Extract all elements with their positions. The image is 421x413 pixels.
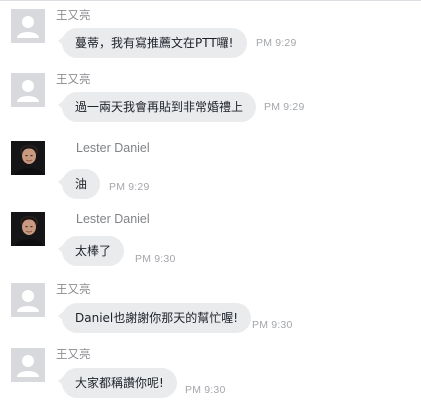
- top-divider: [0, 0, 421, 1]
- message-bubble[interactable]: 蔓蒂，我有寫推薦文在PTT囉!: [58, 28, 247, 58]
- message-bubble[interactable]: Daniel也謝謝你那天的幫忙喔!: [57, 303, 252, 333]
- message-row: 王又亮 大家都稱讚你呢! PM 9:30: [0, 347, 421, 408]
- message-timestamp: PM 9:30: [185, 384, 226, 396]
- message-row: Lester Daniel 油 PM 9:29: [0, 141, 421, 201]
- sender-name[interactable]: 王又亮: [56, 8, 91, 22]
- message-row: Lester Daniel 太棒了 PM 9:30: [0, 212, 421, 272]
- default-avatar-icon[interactable]: [11, 348, 45, 382]
- sender-name[interactable]: Lester Daniel: [76, 141, 150, 156]
- sender-name[interactable]: 王又亮: [56, 347, 91, 361]
- default-avatar-icon[interactable]: [11, 73, 45, 107]
- message-timestamp: PM 9:29: [256, 37, 297, 49]
- message-row: 王又亮 Daniel也謝謝你那天的幫忙喔! PM 9:30: [0, 282, 421, 343]
- message-bubble[interactable]: 油: [57, 169, 101, 199]
- sender-name[interactable]: 王又亮: [56, 72, 91, 86]
- profile-photo[interactable]: [11, 141, 45, 175]
- message-timestamp: PM 9:29: [264, 101, 305, 113]
- default-avatar-icon[interactable]: [11, 9, 45, 43]
- default-avatar-icon[interactable]: [11, 283, 45, 317]
- message-row: 王又亮 過一兩天我會再貼到非常婚禮上 PM 9:29: [0, 72, 421, 133]
- message-timestamp: PM 9:29: [109, 181, 150, 193]
- profile-photo[interactable]: [11, 212, 45, 246]
- sender-name[interactable]: Lester Daniel: [76, 212, 150, 227]
- message-row: 王又亮 蔓蒂，我有寫推薦文在PTT囉! PM 9:29: [0, 8, 421, 69]
- sender-name[interactable]: 王又亮: [56, 282, 91, 296]
- message-bubble[interactable]: 過一兩天我會再貼到非常婚禮上: [57, 92, 257, 122]
- message-timestamp: PM 9:30: [135, 253, 176, 265]
- message-bubble[interactable]: 太棒了: [57, 236, 125, 266]
- message-timestamp: PM 9:30: [252, 319, 293, 331]
- message-bubble[interactable]: 大家都稱讚你呢!: [58, 368, 177, 398]
